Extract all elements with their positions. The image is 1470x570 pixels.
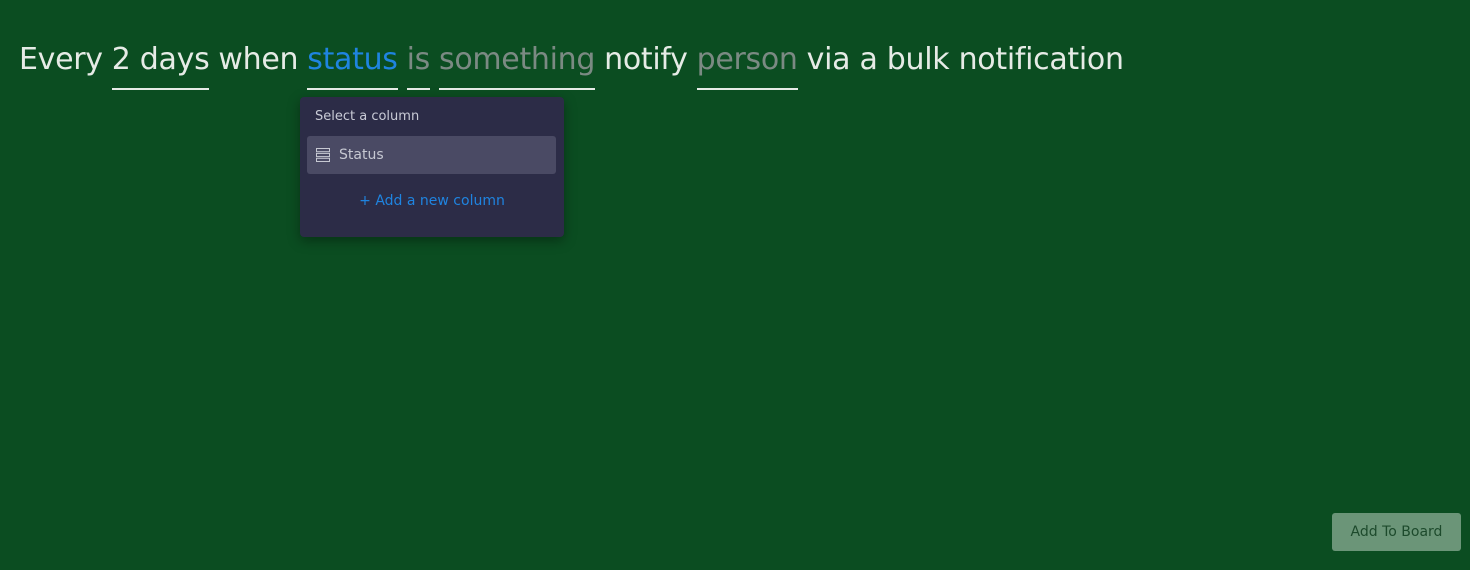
recipe-word-every: Every [19, 42, 103, 77]
status-column-icon [315, 147, 331, 163]
automation-recipe-page: Every 2 days when status is something no… [0, 0, 1470, 570]
column-option-status[interactable]: Status [307, 136, 556, 174]
add-new-column-link[interactable]: + Add a new column [300, 193, 564, 209]
condition-field[interactable]: is [406, 38, 430, 90]
column-field[interactable]: status [307, 38, 398, 90]
column-select-dropdown: Select a column Status + Add a new colum… [300, 97, 564, 237]
recipe-word-tail: via a bulk notification [806, 42, 1124, 77]
dropdown-title: Select a column [315, 109, 420, 124]
interval-field[interactable]: 2 days [111, 38, 210, 90]
recipient-field[interactable]: person [696, 38, 798, 90]
add-to-board-button[interactable]: Add To Board [1332, 513, 1461, 551]
recipe-word-when: when [218, 42, 299, 77]
recipe-sentence: Every 2 days when status is something no… [19, 38, 1124, 90]
value-field[interactable]: something [439, 38, 595, 90]
recipe-word-notify: notify [604, 42, 688, 77]
column-option-label: Status [339, 147, 384, 163]
